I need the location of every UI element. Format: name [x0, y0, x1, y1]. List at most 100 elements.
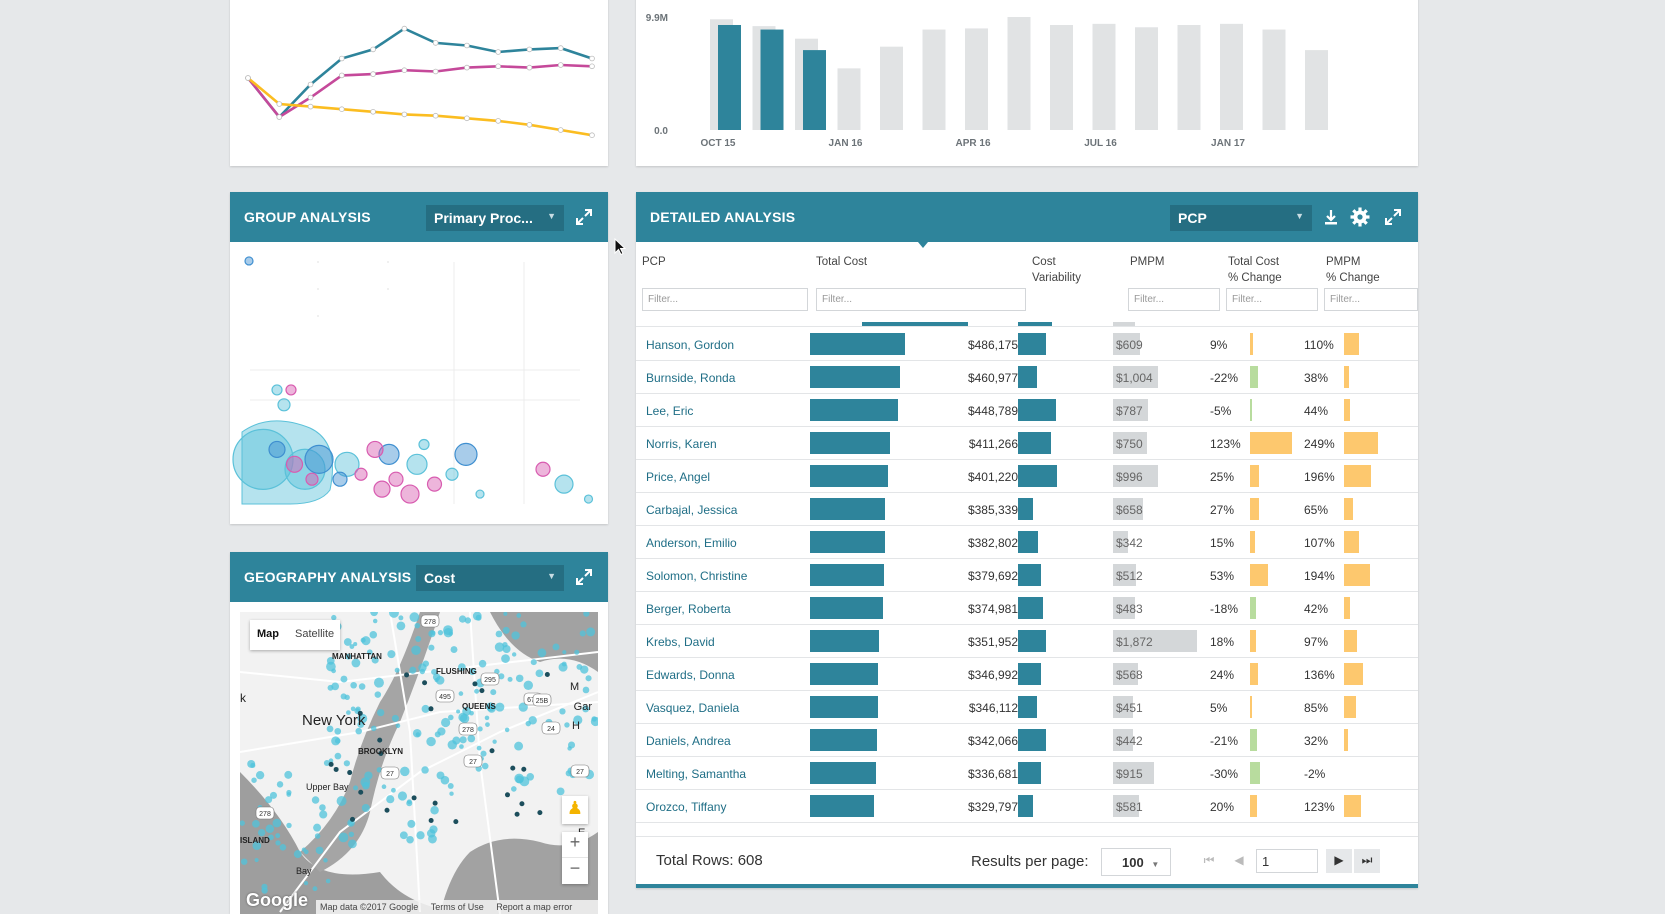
group-analysis-dropdown[interactable]: Primary Proc... ▼: [426, 205, 564, 231]
table-row[interactable]: Lee, Eric $448,789 $787 -5% 44%: [636, 394, 1418, 427]
total-cost-change-filter-input[interactable]: Filter...: [1226, 288, 1318, 311]
pcp-filter-input[interactable]: Filter...: [642, 288, 808, 311]
pcp-name-link[interactable]: Solomon, Christine: [646, 569, 747, 583]
geography-analysis-dropdown[interactable]: Cost ▼: [416, 565, 564, 591]
cost-density-dot: [301, 847, 307, 852]
report-map-error-link[interactable]: Report a map error: [496, 902, 572, 912]
terms-of-use-link[interactable]: Terms of Use: [431, 902, 484, 912]
route-shield-label: 295: [484, 677, 496, 684]
cost-density-dot: [255, 770, 265, 780]
street-view-pegman-icon[interactable]: ♟: [562, 796, 588, 824]
pcp-name-link[interactable]: Lee, Eric: [646, 404, 693, 418]
column-header-total-cost[interactable]: Total Cost: [816, 254, 867, 270]
pcp-name-link[interactable]: Price, Angel: [646, 470, 710, 484]
pcp-name-link[interactable]: Edwards, Donna: [646, 668, 735, 682]
trend-data-point: [464, 42, 470, 49]
table-row[interactable]: Melting, Samantha $336,681 $915 -30% -2%: [636, 757, 1418, 790]
pcp-name-link[interactable]: Norris, Karen: [646, 437, 717, 451]
trend-data-point: [526, 46, 533, 53]
table-row[interactable]: Krebs, David $351,952 $1,872 18% 97%: [636, 625, 1418, 658]
geography-analysis-card: GEOGRAPHY ANALYSIS Cost ▼ New York MANHAT…: [230, 552, 608, 914]
download-icon[interactable]: [1322, 208, 1344, 230]
pcp-name-link[interactable]: Daniels, Andrea: [646, 734, 731, 748]
pmpm-value: $658: [1116, 503, 1143, 517]
table-row[interactable]: Edwards, Donna $346,992 $568 24% 136%: [636, 658, 1418, 691]
next-page-icon[interactable]: ▶: [1326, 849, 1352, 873]
table-row[interactable]: Norris, Karen $411,266 $750 123% 249%: [636, 427, 1418, 460]
total-cost-value: $382,802: [967, 536, 1018, 550]
trend-data-point: [370, 46, 376, 53]
pmpm-filter-input[interactable]: Filter...: [1128, 288, 1220, 311]
cost-bar: [810, 630, 879, 652]
pmpm-change-filter-input[interactable]: Filter...: [1324, 288, 1418, 311]
previous-page-icon[interactable]: ◀: [1226, 849, 1252, 873]
cost-bar: [810, 366, 900, 388]
google-logo[interactable]: Google: [246, 890, 308, 911]
pcp-name-link[interactable]: Orozco, Tiffany: [646, 800, 726, 814]
pmpm-change-bar: [1344, 531, 1359, 553]
table-pagination: Total Rows: 608 Results per page: 100 ▼ …: [636, 836, 1418, 888]
gear-icon[interactable]: [1349, 206, 1371, 228]
column-header-total-cost-change[interactable]: Total Cost % Change: [1228, 254, 1282, 286]
cost-density-dot: [467, 734, 476, 743]
results-per-page-select[interactable]: 100 ▼: [1101, 848, 1171, 876]
table-row[interactable]: Burnside, Ronda $460,977 $1,004 -22% 38%: [636, 361, 1418, 394]
cost-density-dot: [272, 818, 282, 828]
column-header-pcp[interactable]: PCP: [642, 254, 666, 270]
variability-bar: [1018, 366, 1037, 388]
first-page-icon[interactable]: ⏮: [1196, 849, 1222, 873]
pmpm-change-value: 110%: [1304, 338, 1334, 352]
pcp-name-link[interactable]: Krebs, David: [646, 635, 715, 649]
cost-density-dot: [520, 621, 527, 628]
table-row[interactable]: Orozco, Tiffany $329,797 $581 20% 123%: [636, 790, 1418, 823]
table-row[interactable]: Carbajal, Jessica $385,339 $658 27% 65%: [636, 493, 1418, 526]
satellite-tab[interactable]: Satellite: [295, 628, 334, 640]
table-row[interactable]: Hanson, Gordon $486,175 $609 9% 110%: [636, 328, 1418, 361]
expand-icon[interactable]: [575, 568, 597, 590]
detailed-analysis-dropdown[interactable]: PCP ▼: [1170, 205, 1312, 231]
neighborhood-label: QUEENS: [462, 702, 496, 711]
cost-density-dot: [421, 766, 429, 774]
table-row[interactable]: Berger, Roberta $374,981 $483 -18% 42%: [636, 592, 1418, 625]
cost-density-dot: [419, 668, 426, 675]
last-page-icon[interactable]: ⏭: [1354, 849, 1380, 873]
table-row[interactable]: Price, Angel $401,220 $996 25% 196%: [636, 460, 1418, 493]
total-cost-filter-input[interactable]: Filter...: [816, 288, 1026, 311]
trend-data-point: [495, 63, 501, 70]
table-row[interactable]: Anderson, Emilio $382,802 $342 15% 107%: [636, 526, 1418, 559]
map-tab[interactable]: Map: [257, 628, 279, 640]
expand-icon[interactable]: [1384, 208, 1406, 230]
column-header-pmpm[interactable]: PMPM: [1130, 254, 1165, 270]
pcp-name-link[interactable]: Melting, Samantha: [646, 767, 746, 781]
high-cost-dot: [404, 672, 410, 678]
cost-density-dot: [353, 642, 358, 647]
high-cost-dot: [519, 801, 525, 807]
column-header-cost-variability[interactable]: Cost Variability: [1032, 254, 1081, 286]
cost-density-dot: [523, 680, 534, 691]
cost-density-dot: [360, 637, 366, 643]
pcp-name-link[interactable]: Carbajal, Jessica: [646, 503, 737, 517]
map-canvas[interactable]: New York MANHATTAN FLUSHING QUEENS BROOKLYN U…: [240, 612, 598, 914]
map[interactable]: New York MANHATTAN FLUSHING QUEENS BROOKLYN U…: [240, 612, 598, 914]
page-number-input[interactable]: 1: [1256, 849, 1318, 873]
column-header-pmpm-change[interactable]: PMPM % Change: [1326, 254, 1380, 286]
table-row[interactable]: Vasquez, Daniela $346,112 $451 5% 85%: [636, 691, 1418, 724]
cost-density-dot: [492, 739, 497, 744]
pcp-name-link[interactable]: Burnside, Ronda: [646, 371, 735, 385]
cost-density-dot: [429, 825, 438, 834]
zoom-out-button[interactable]: −: [562, 858, 588, 884]
table-row[interactable]: Daniels, Andrea $342,066 $442 -21% 32%: [636, 724, 1418, 757]
pcp-name-link[interactable]: Berger, Roberta: [646, 602, 731, 616]
cost-bar: [810, 399, 898, 421]
pcp-name-link[interactable]: Vasquez, Daniela: [646, 701, 739, 715]
pmpm-change-bar: [1344, 729, 1348, 751]
pcp-name-link[interactable]: Hanson, Gordon: [646, 338, 734, 352]
table-row[interactable]: Solomon, Christine $379,692 $512 53% 194%: [636, 559, 1418, 592]
high-cost-dot: [422, 680, 428, 686]
zoom-in-button[interactable]: +: [562, 832, 588, 858]
table-body[interactable]: Hanson, Gordon $486,175 $609 9% 110% Burnside…: [636, 318, 1418, 836]
column-header-label: PMPM: [1130, 256, 1165, 268]
expand-icon[interactable]: [575, 208, 597, 230]
pcp-name-link[interactable]: Anderson, Emilio: [646, 536, 737, 550]
monthly-bar-chart-card: 9.9M 0.0 OCT 15 JAN 16 APR 16 JUL 16 JAN 17: [636, 0, 1418, 166]
